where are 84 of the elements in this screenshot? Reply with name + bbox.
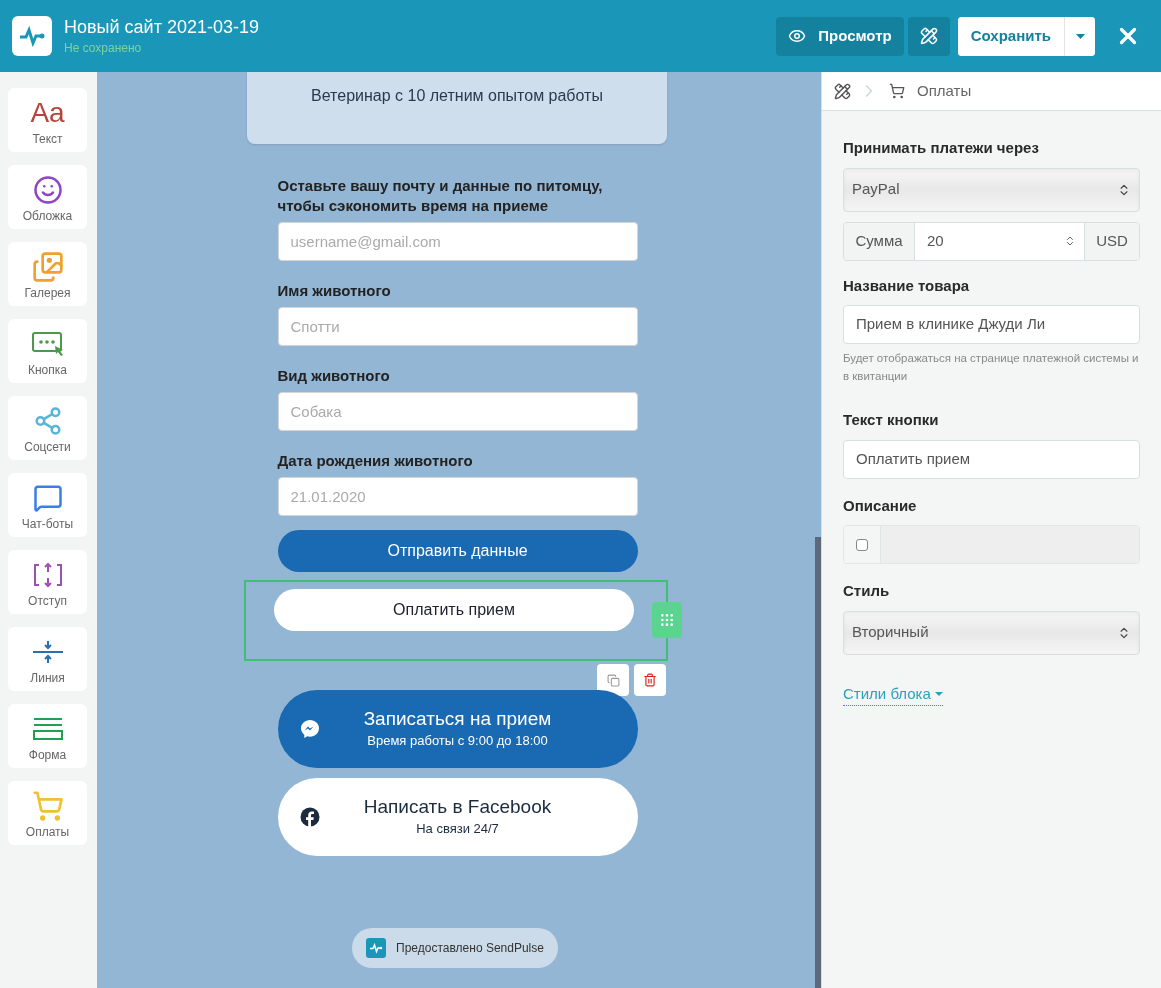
form-label: Вид животного — [277, 366, 391, 386]
block-tile[interactable]: Оплаты — [8, 781, 87, 845]
product-name-input[interactable]: Прием в клинике Джуди Ли — [843, 305, 1140, 344]
form-input[interactable]: Собака — [277, 392, 638, 431]
style-select[interactable]: Вторичный — [843, 610, 1140, 655]
field-label: Стиль — [843, 581, 891, 601]
field-label: Текст кнопки — [843, 410, 940, 430]
duplicate-button[interactable] — [597, 664, 629, 696]
block-tile[interactable]: Линия — [8, 627, 87, 691]
pulse-logo-icon — [366, 938, 387, 958]
face-icon — [32, 174, 63, 205]
cart-icon — [889, 83, 905, 99]
facebook-icon — [299, 807, 320, 827]
block-label: Отступ — [28, 594, 67, 607]
field-hint: Будет отображаться на странице платежной системы и в квитанции — [843, 351, 1140, 384]
field-label: Описание — [843, 495, 918, 516]
scrollbar[interactable] — [815, 537, 821, 988]
amount-prefix: Сумма — [844, 222, 915, 260]
block-label: Текст — [32, 132, 63, 145]
field-label: Название товара — [843, 275, 971, 296]
caret-icon — [1075, 33, 1085, 39]
save-status: Не сохранено — [64, 40, 143, 57]
block-label: Оплаты — [25, 825, 70, 838]
powered-by-badge[interactable]: Предоставлено SendPulse — [352, 928, 558, 968]
block-label: Форма — [28, 748, 67, 761]
eye-icon — [788, 27, 807, 45]
block-label: Галерея — [24, 286, 71, 299]
trash-icon — [643, 673, 657, 687]
gallery-icon — [31, 250, 64, 283]
submit-button[interactable]: Отправить данные — [277, 530, 638, 572]
design-tools-button[interactable] — [907, 16, 950, 56]
button-title: Написать в Facebook — [363, 795, 552, 819]
block-tile[interactable]: Отступ — [8, 550, 87, 614]
button-subtitle: На связи 24/7 — [416, 820, 499, 838]
amount-field[interactable]: Сумма 20 USD — [843, 221, 1140, 261]
preview-button[interactable]: Просмотр — [776, 16, 904, 56]
form-input[interactable]: username@gmail.com — [277, 222, 638, 261]
caret-icon — [934, 691, 943, 696]
currency-suffix: USD — [1084, 222, 1139, 260]
form-label: Дата рождения животного — [277, 451, 474, 471]
form-input[interactable]: Спотти — [277, 307, 638, 346]
save-menu-button[interactable] — [1064, 16, 1095, 56]
block-tile[interactable]: Соцсети — [8, 396, 87, 460]
block-tile[interactable]: Форма — [8, 704, 87, 768]
logo-icon — [12, 16, 52, 56]
drag-handle[interactable] — [652, 602, 682, 638]
form-label: Имя животного — [277, 281, 392, 301]
block-tile[interactable]: Галерея — [8, 242, 87, 306]
facebook-button[interactable]: Написать в Facebook На связи 24/7 — [277, 778, 638, 856]
amount-value: 20 — [927, 230, 944, 251]
block-label: Соцсети — [24, 440, 71, 453]
block-label: Кнопка — [28, 363, 67, 376]
form-label: Оставьте вашу почту и данные по питомцу, чтобы сэкономить время на приеме — [277, 176, 604, 216]
button-cursor-icon — [30, 329, 65, 358]
stepper-icon[interactable] — [1064, 235, 1076, 247]
badge-text: Предоставлено SendPulse — [396, 940, 544, 957]
copy-icon — [606, 673, 620, 687]
field-label: Принимать платежи через — [843, 138, 1040, 158]
description-field[interactable] — [843, 525, 1140, 564]
form-input[interactable]: 21.01.2020 — [277, 477, 638, 516]
text-style-icon: Aa — [30, 98, 65, 127]
breadcrumb-label: Оплаты — [917, 80, 972, 101]
block-tile[interactable]: Чат-боты — [8, 473, 87, 537]
messenger-button[interactable]: Записаться на прием Время работы с 9:00 до 18:00 — [277, 690, 638, 768]
button-text-input[interactable]: Оплатить прием — [843, 439, 1140, 479]
pencil-ruler-icon[interactable] — [834, 82, 851, 100]
button-title: Записаться на прием — [363, 707, 552, 731]
block-label: Линия — [30, 671, 65, 684]
block-label: Обложка — [22, 209, 73, 222]
block-tile[interactable]: Кнопка — [8, 319, 87, 383]
block-tile[interactable]: Aa Текст — [8, 88, 87, 152]
cart-icon — [31, 789, 64, 822]
pay-button[interactable]: Оплатить прием — [274, 589, 634, 631]
button-subtitle: Время работы с 9:00 до 18:00 — [367, 732, 548, 750]
card-text: Ветеринар с 10 летним опытом работы — [311, 86, 603, 106]
description-checkbox[interactable] — [856, 538, 868, 551]
site-title: Новый сайт 2021-03-19 — [64, 16, 259, 39]
grip-icon — [659, 612, 675, 628]
payment-system-select[interactable]: PayPal — [843, 167, 1140, 212]
block-tile[interactable]: Обложка — [8, 165, 87, 229]
pencil-ruler-icon — [919, 27, 938, 45]
delete-button[interactable] — [634, 664, 666, 696]
messenger-icon — [299, 719, 320, 739]
block-label: Чат-боты — [21, 517, 74, 530]
